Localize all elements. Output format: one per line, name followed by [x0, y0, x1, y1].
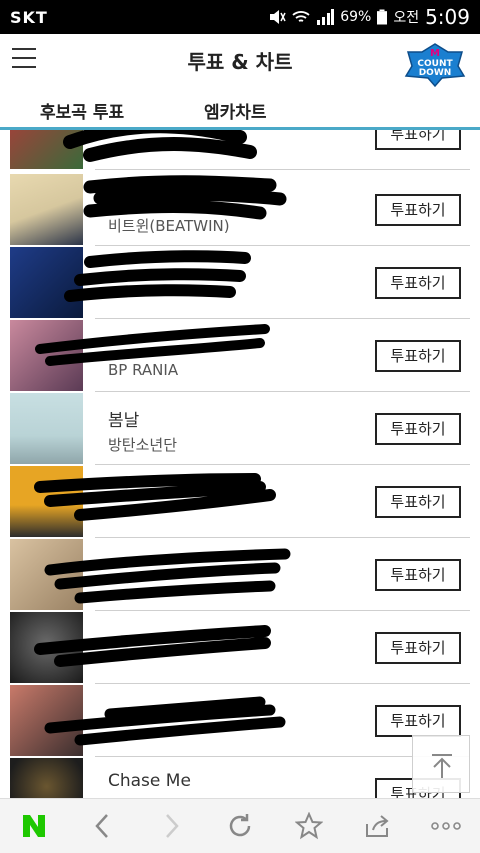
carrier-label: SKT [10, 7, 48, 27]
svg-text:DOWN: DOWN [419, 68, 452, 78]
album-art [10, 539, 83, 610]
list-item: 투표하기 [0, 465, 480, 538]
status-bar: SKT 69% 오전 5:09 [0, 0, 480, 34]
song-title: 봄날 [108, 411, 140, 431]
tab-candidate-vote[interactable]: 후보곡 투표 [40, 98, 124, 123]
album-art [10, 685, 83, 756]
wifi-icon [292, 11, 310, 22]
app-header: 투표 & 차트 M COUNT DOWN [0, 34, 480, 90]
vote-button[interactable]: 투표하기 [375, 194, 461, 226]
vote-button[interactable]: 투표하기 [375, 705, 461, 737]
row-divider [95, 169, 470, 170]
album-art [10, 130, 83, 169]
naver-n-icon[interactable] [16, 808, 52, 844]
song-title: Chase Me [108, 771, 191, 791]
vote-button[interactable]: 투표하기 [375, 340, 461, 372]
star-icon[interactable] [291, 808, 327, 844]
battery-percent: 69% [340, 9, 372, 25]
album-art [10, 247, 83, 318]
battery-icon [377, 9, 388, 25]
tab-mcountdown-chart[interactable]: 엠카차트 [204, 98, 267, 123]
album-art [10, 393, 83, 464]
vote-button[interactable]: 투표하기 [375, 486, 461, 518]
browser-toolbar [0, 798, 480, 853]
more-icon[interactable] [428, 808, 464, 844]
chevron-right-icon[interactable] [153, 808, 189, 844]
arrow-up-icon [432, 754, 452, 778]
album-art [10, 758, 83, 798]
chevron-left-icon[interactable] [85, 808, 121, 844]
vote-button[interactable]: 투표하기 [375, 559, 461, 591]
list-item: Chase Me 투표하기 [0, 757, 480, 798]
share-icon[interactable] [359, 808, 395, 844]
svg-text:M: M [430, 48, 440, 59]
album-art [10, 466, 83, 537]
mcountdown-logo[interactable]: M COUNT DOWN [402, 42, 468, 88]
candidate-song-list[interactable]: 투표하기 비트윈(BEATWIN) 투표하기 투표하기 BP RANIA 투표하… [0, 130, 480, 798]
song-artist: 비트윈(BEATWIN) [108, 217, 230, 235]
song-artist: BP RANIA [108, 361, 179, 379]
vote-button[interactable]: 투표하기 [375, 413, 461, 445]
list-item: 투표하기 [0, 246, 480, 319]
album-art [10, 174, 83, 245]
vote-button[interactable]: 투표하기 [375, 267, 461, 299]
list-item: BP RANIA 투표하기 [0, 319, 480, 392]
list-item: 투표하기 [0, 130, 480, 170]
ampm-label: 오전 [393, 10, 420, 26]
list-item: 투표하기 [0, 611, 480, 684]
scroll-to-top-button[interactable] [412, 735, 470, 793]
signal-icon [317, 9, 335, 25]
clock: 5:09 [425, 5, 470, 29]
list-item: 투표하기 [0, 538, 480, 611]
mute-icon [270, 10, 286, 24]
album-art [10, 612, 83, 683]
vote-button[interactable]: 투표하기 [375, 130, 461, 150]
list-item: 봄날 방탄소년단 투표하기 [0, 392, 480, 465]
song-artist: 방탄소년단 [108, 436, 178, 454]
album-art [10, 320, 83, 391]
refresh-icon[interactable] [222, 808, 258, 844]
list-item: 비트윈(BEATWIN) 투표하기 [0, 173, 480, 246]
list-item: 투표하기 [0, 684, 480, 757]
vote-button[interactable]: 투표하기 [375, 632, 461, 664]
tab-bar: 후보곡 투표 엠카차트 [0, 90, 480, 130]
